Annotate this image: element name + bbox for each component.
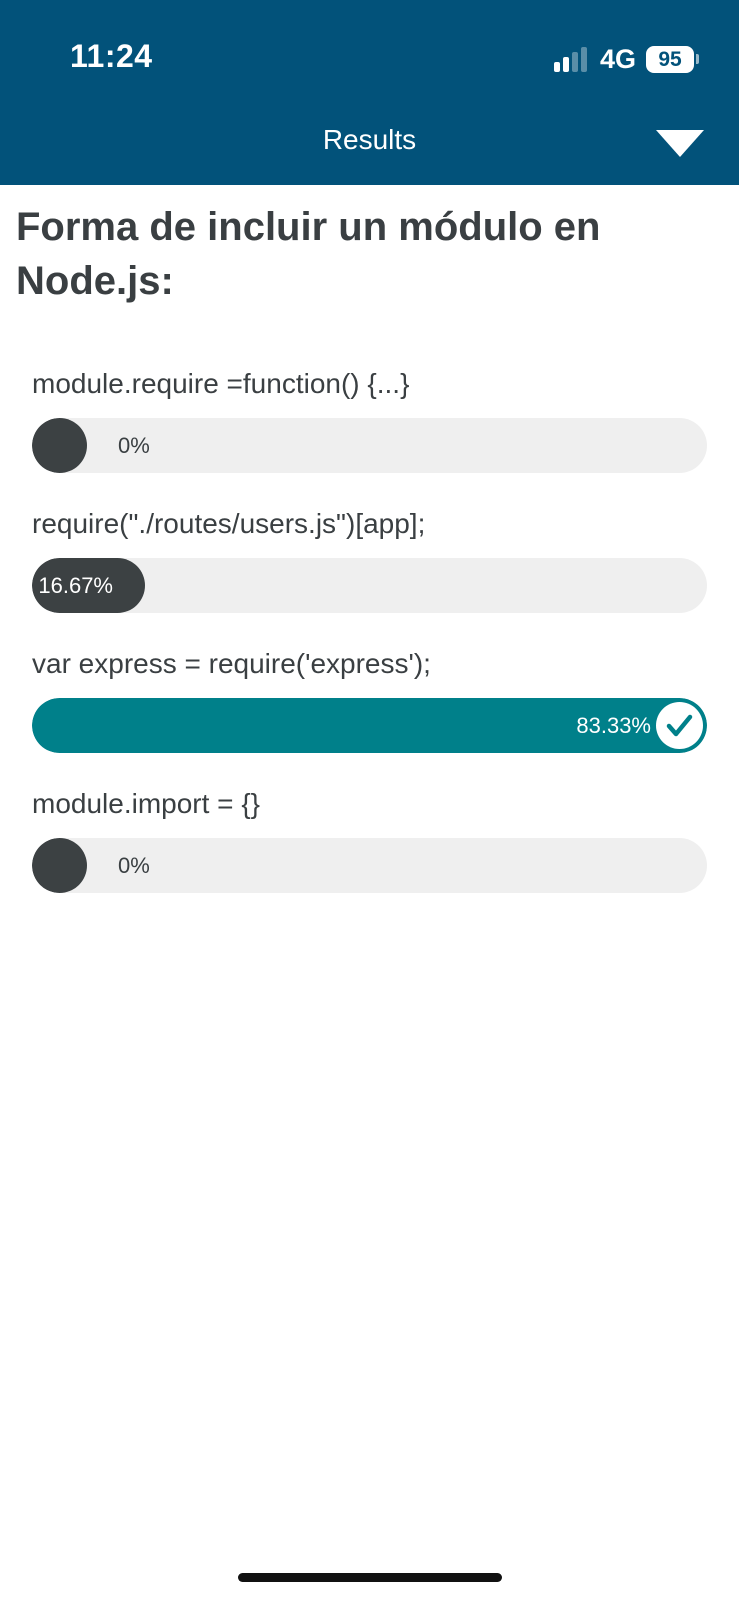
result-bar: 83.33%: [32, 698, 707, 753]
question-title: Forma de incluir un módulo en Node.js:: [16, 205, 601, 303]
result-percent: 0%: [118, 433, 150, 458]
status-indicators: 4G 95: [553, 42, 699, 76]
result-bar: 16.67%: [32, 558, 707, 613]
result-bar: 0%: [32, 418, 707, 473]
caret-down-icon[interactable]: [656, 130, 704, 157]
result-percent: 83.33%: [576, 713, 651, 738]
signal-icon: [553, 46, 590, 72]
checkmark-icon: [656, 702, 703, 749]
battery-icon: 95: [646, 45, 694, 73]
header-title: Results: [322, 124, 417, 155]
app-header: 11:24 4G 95 Results: [0, 0, 739, 185]
result-bar-fill: [32, 418, 87, 473]
option-label: module.require =function() {...}: [32, 368, 410, 399]
status-time: 11:24: [70, 38, 153, 74]
network-type: 4G: [599, 43, 636, 74]
result-bar-fill: [32, 838, 87, 893]
result-bar: 0%: [32, 838, 707, 893]
option-label: require("./routes/users.js")[app];: [32, 508, 426, 539]
result-percent: 16.67%: [38, 573, 113, 598]
option-label: module.import = {}: [32, 788, 261, 819]
result-percent: 0%: [118, 853, 150, 878]
battery-tip: [696, 54, 699, 64]
option-label: var express = require('express');: [32, 648, 431, 679]
home-indicator[interactable]: [238, 1573, 502, 1582]
